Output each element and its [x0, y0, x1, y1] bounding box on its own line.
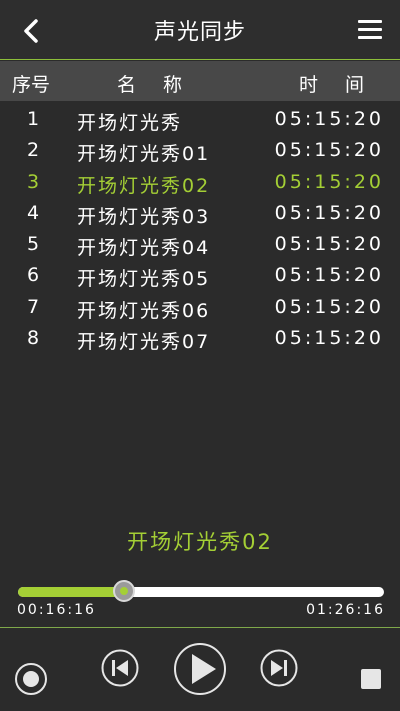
- stop-icon: [361, 669, 381, 689]
- track-row-3[interactable]: 3 开场灯光秀02 05:15:20: [0, 167, 400, 198]
- stop-button[interactable]: [360, 668, 382, 694]
- track-index: 3: [26, 170, 40, 193]
- column-index: 序号: [12, 74, 51, 96]
- progress-fill: [18, 587, 125, 597]
- previous-track-icon: [101, 649, 139, 687]
- list-column-header: 序号 名 称 时 间: [0, 61, 400, 101]
- previous-track-button[interactable]: [101, 649, 139, 691]
- track-row-8[interactable]: 8 开场灯光秀07 05:15:20: [0, 323, 400, 354]
- track-list: 1 开场灯光秀 05:15:20 2 开场灯光秀01 05:15:20 3 开场…: [0, 104, 400, 354]
- track-name: 开场灯光秀01: [77, 143, 211, 166]
- page-title: 声光同步: [153, 20, 246, 45]
- menu-button[interactable]: [356, 16, 384, 44]
- track-time: 05:15:20: [274, 201, 384, 224]
- track-name: 开场灯光秀06: [77, 299, 211, 322]
- now-playing-title: 开场灯光秀02: [127, 530, 273, 554]
- track-time: 05:15:20: [274, 327, 384, 350]
- current-time: 00:16:16: [17, 602, 96, 618]
- column-time: 时 间: [299, 74, 369, 96]
- track-time: 05:15:20: [274, 233, 384, 256]
- track-name: 开场灯光秀02: [77, 174, 211, 197]
- progress-thumb[interactable]: [113, 580, 136, 602]
- track-index: 1: [26, 108, 40, 130]
- track-row-2[interactable]: 2 开场灯光秀01 05:15:20: [0, 135, 400, 166]
- track-name: 开场灯光秀03: [77, 205, 211, 228]
- track-name: 开场灯光秀05: [77, 268, 211, 291]
- track-row-5[interactable]: 5 开场灯光秀04 05:15:20: [0, 229, 400, 260]
- play-button[interactable]: [173, 642, 227, 700]
- next-track-icon: [260, 649, 298, 687]
- track-index: 6: [26, 264, 40, 287]
- track-time: 05:15:20: [274, 264, 384, 287]
- record-button[interactable]: [14, 662, 48, 700]
- total-time: 01:26:16: [306, 602, 385, 618]
- track-index: 2: [26, 139, 40, 162]
- track-row-6[interactable]: 6 开场灯光秀05 05:15:20: [0, 260, 400, 291]
- track-row-4[interactable]: 4 开场灯光秀03 05:15:20: [0, 198, 400, 229]
- track-index: 8: [26, 327, 40, 350]
- track-index: 4: [26, 201, 40, 224]
- track-time: 05:15:20: [274, 108, 384, 130]
- track-row-1[interactable]: 1 开场灯光秀 05:15:20: [0, 104, 400, 135]
- track-index: 7: [26, 295, 40, 318]
- track-name: 开场灯光秀07: [77, 331, 211, 354]
- track-index: 5: [26, 233, 40, 256]
- track-row-7[interactable]: 7 开场灯光秀06 05:15:20: [0, 292, 400, 323]
- app-header: 声光同步: [0, 0, 400, 60]
- column-name: 名 称: [117, 74, 187, 96]
- playback-controls: [0, 627, 400, 711]
- track-time: 05:15:20: [274, 139, 384, 162]
- track-time: 05:15:20: [274, 170, 384, 193]
- next-track-button[interactable]: [260, 649, 298, 691]
- play-icon: [174, 643, 226, 695]
- record-icon: [15, 663, 47, 695]
- track-name: 开场灯光秀04: [77, 237, 211, 260]
- track-name: 开场灯光秀: [77, 112, 183, 134]
- track-time: 05:15:20: [274, 295, 384, 318]
- hamburger-menu-icon: [358, 20, 382, 23]
- playback-progress-slider[interactable]: [18, 580, 384, 602]
